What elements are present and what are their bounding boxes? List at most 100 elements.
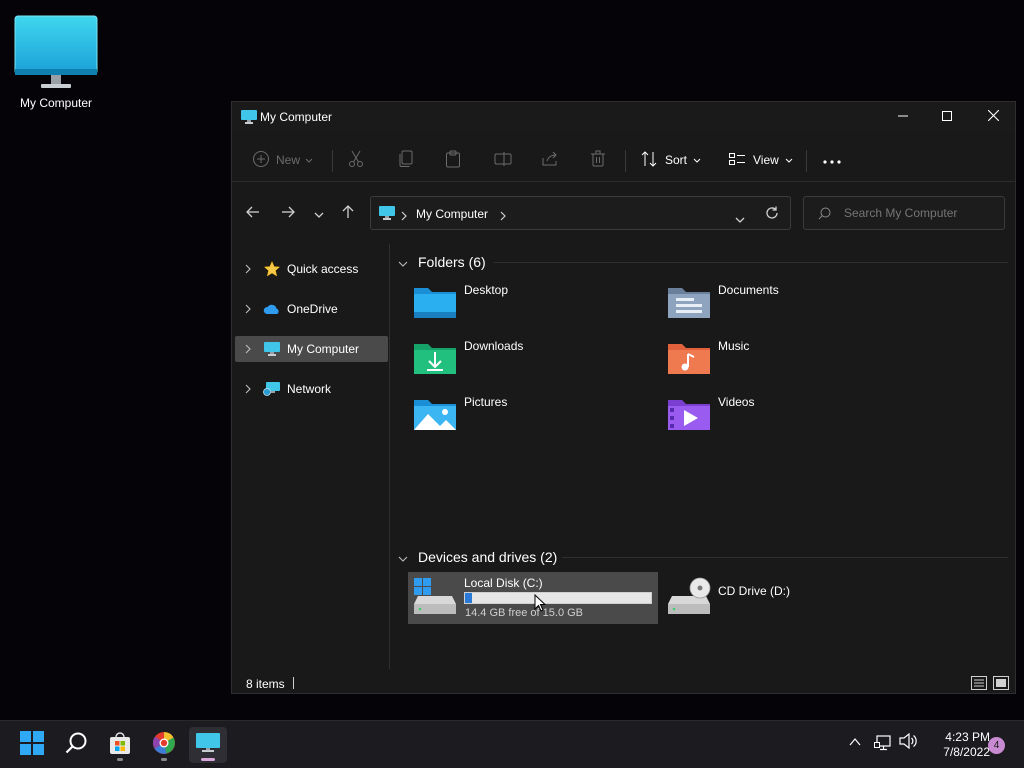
address-dropdown-icon[interactable]	[735, 210, 745, 228]
chevron-right-icon[interactable]	[235, 344, 261, 354]
rename-icon	[494, 151, 512, 170]
chevron-right-icon[interactable]	[235, 304, 261, 314]
navigation-pane: Quick access OneDrive My Computer Networ…	[232, 244, 390, 669]
toolbar-divider	[625, 150, 626, 172]
hard-drive-icon	[412, 576, 458, 616]
file-list: Folders (6) Desktop Documents Downloads	[392, 244, 1015, 669]
recent-locations-button[interactable]	[309, 204, 329, 224]
delete-button[interactable]	[590, 148, 606, 172]
search-icon	[818, 207, 831, 225]
status-bar: 8 items	[232, 669, 1015, 695]
refresh-icon[interactable]	[765, 206, 779, 225]
search-icon	[65, 732, 87, 759]
clock-date: 7/8/2022	[943, 745, 990, 759]
cd-drive-icon	[666, 576, 712, 616]
sidebar-item-quick-access[interactable]: Quick access	[235, 256, 388, 282]
view-button[interactable]: View	[729, 148, 793, 172]
computer-icon	[261, 340, 283, 358]
show-hidden-icons-button[interactable]	[845, 733, 865, 751]
back-button[interactable]	[243, 204, 263, 224]
notification-badge[interactable]: 4	[988, 737, 1005, 754]
rename-button[interactable]	[494, 148, 512, 172]
store-icon	[108, 731, 132, 760]
chevron-right-icon[interactable]	[235, 264, 261, 274]
search-box[interactable]	[803, 196, 1005, 230]
cloud-icon	[261, 300, 283, 318]
explorer-icon	[196, 732, 220, 758]
folder-tile-pictures[interactable]: Pictures	[408, 390, 658, 440]
more-options-button[interactable]	[823, 148, 841, 172]
minimize-button[interactable]	[880, 102, 926, 132]
drive-usage-bar	[464, 592, 652, 604]
up-button[interactable]	[338, 204, 358, 224]
folders-section-header[interactable]: Folders (6)	[398, 253, 486, 271]
search-input[interactable]	[844, 206, 994, 220]
desktop-icon-my-computer[interactable]: My Computer	[10, 14, 102, 110]
section-title: Devices and drives (2)	[418, 549, 558, 565]
sort-label: Sort	[665, 153, 688, 167]
share-button[interactable]	[541, 148, 559, 172]
chevron-down-icon	[305, 153, 313, 167]
clock[interactable]: 4:23 PM 7/8/2022	[924, 730, 990, 760]
sort-button[interactable]: Sort	[641, 148, 701, 172]
chevron-right-icon[interactable]	[500, 208, 506, 226]
folder-tile-music[interactable]: Music	[662, 334, 912, 384]
navigation-bar: My Computer	[232, 182, 1015, 244]
more-icon	[823, 153, 841, 167]
chevron-down-icon	[398, 549, 412, 565]
taskbar-browser-button[interactable]	[145, 727, 183, 763]
details-view-icon[interactable]	[971, 676, 987, 693]
large-icons-view-icon[interactable]	[993, 676, 1009, 693]
sidebar-item-label: OneDrive	[287, 302, 338, 316]
folder-name: Pictures	[464, 395, 508, 409]
paste-icon	[445, 150, 461, 171]
drive-name: Local Disk (C:)	[464, 576, 543, 590]
drive-tile-cd-drive-d[interactable]: CD Drive (D:)	[662, 572, 912, 624]
taskbar-store-button[interactable]	[101, 727, 139, 763]
chevron-right-icon[interactable]	[235, 384, 261, 394]
taskbar: 4:23 PM 7/8/2022 4	[0, 720, 1024, 768]
close-button[interactable]	[970, 102, 1016, 132]
window-title: My Computer	[260, 110, 333, 124]
cut-button[interactable]	[348, 148, 364, 172]
taskbar-explorer-button[interactable]	[189, 727, 227, 763]
folder-tile-documents[interactable]: Documents	[662, 278, 912, 328]
drives-section-header[interactable]: Devices and drives (2)	[398, 548, 557, 566]
drive-usage-fill	[465, 593, 473, 603]
music-folder-icon	[666, 338, 712, 378]
copy-button[interactable]	[398, 148, 414, 172]
chevron-down-icon	[398, 254, 412, 270]
arrow-right-icon	[281, 205, 295, 223]
maximize-button[interactable]	[924, 102, 970, 132]
new-button[interactable]: New	[252, 148, 313, 172]
sidebar-item-onedrive[interactable]: OneDrive	[235, 296, 388, 322]
forward-button[interactable]	[278, 204, 298, 224]
drive-tile-local-disk-c[interactable]: Local Disk (C:) 14.4 GB free of 15.0 GB	[408, 572, 658, 624]
sidebar-item-network[interactable]: Network	[235, 376, 388, 402]
paste-button[interactable]	[445, 148, 461, 172]
network-tray-button[interactable]	[872, 733, 894, 756]
file-explorer-window: My Computer New Sort View My Computer Se…	[231, 101, 1016, 694]
arrow-left-icon	[246, 205, 260, 223]
network-icon	[261, 380, 283, 398]
volume-tray-button[interactable]	[897, 732, 919, 754]
taskbar-search-button[interactable]	[57, 727, 95, 763]
sidebar-item-my-computer[interactable]: My Computer	[235, 336, 388, 362]
folder-tile-videos[interactable]: Videos	[662, 390, 912, 440]
chevron-down-icon	[693, 153, 701, 167]
drive-free-space: 14.4 GB free of 15.0 GB	[465, 607, 584, 619]
section-divider	[562, 557, 1008, 558]
address-bar[interactable]: My Computer	[370, 196, 791, 230]
sort-icon	[641, 150, 657, 170]
folder-tile-downloads[interactable]: Downloads	[408, 334, 658, 384]
start-button[interactable]	[13, 727, 51, 763]
items-count: 8 items	[246, 677, 285, 691]
view-icon	[729, 152, 745, 169]
running-indicator	[117, 758, 123, 761]
running-indicator	[161, 758, 167, 761]
folder-tile-desktop[interactable]: Desktop	[408, 278, 658, 328]
chevron-down-icon	[314, 205, 324, 223]
desktop-folder-icon	[412, 282, 458, 322]
browser-icon	[152, 731, 176, 760]
breadcrumb[interactable]: My Computer	[416, 207, 488, 221]
